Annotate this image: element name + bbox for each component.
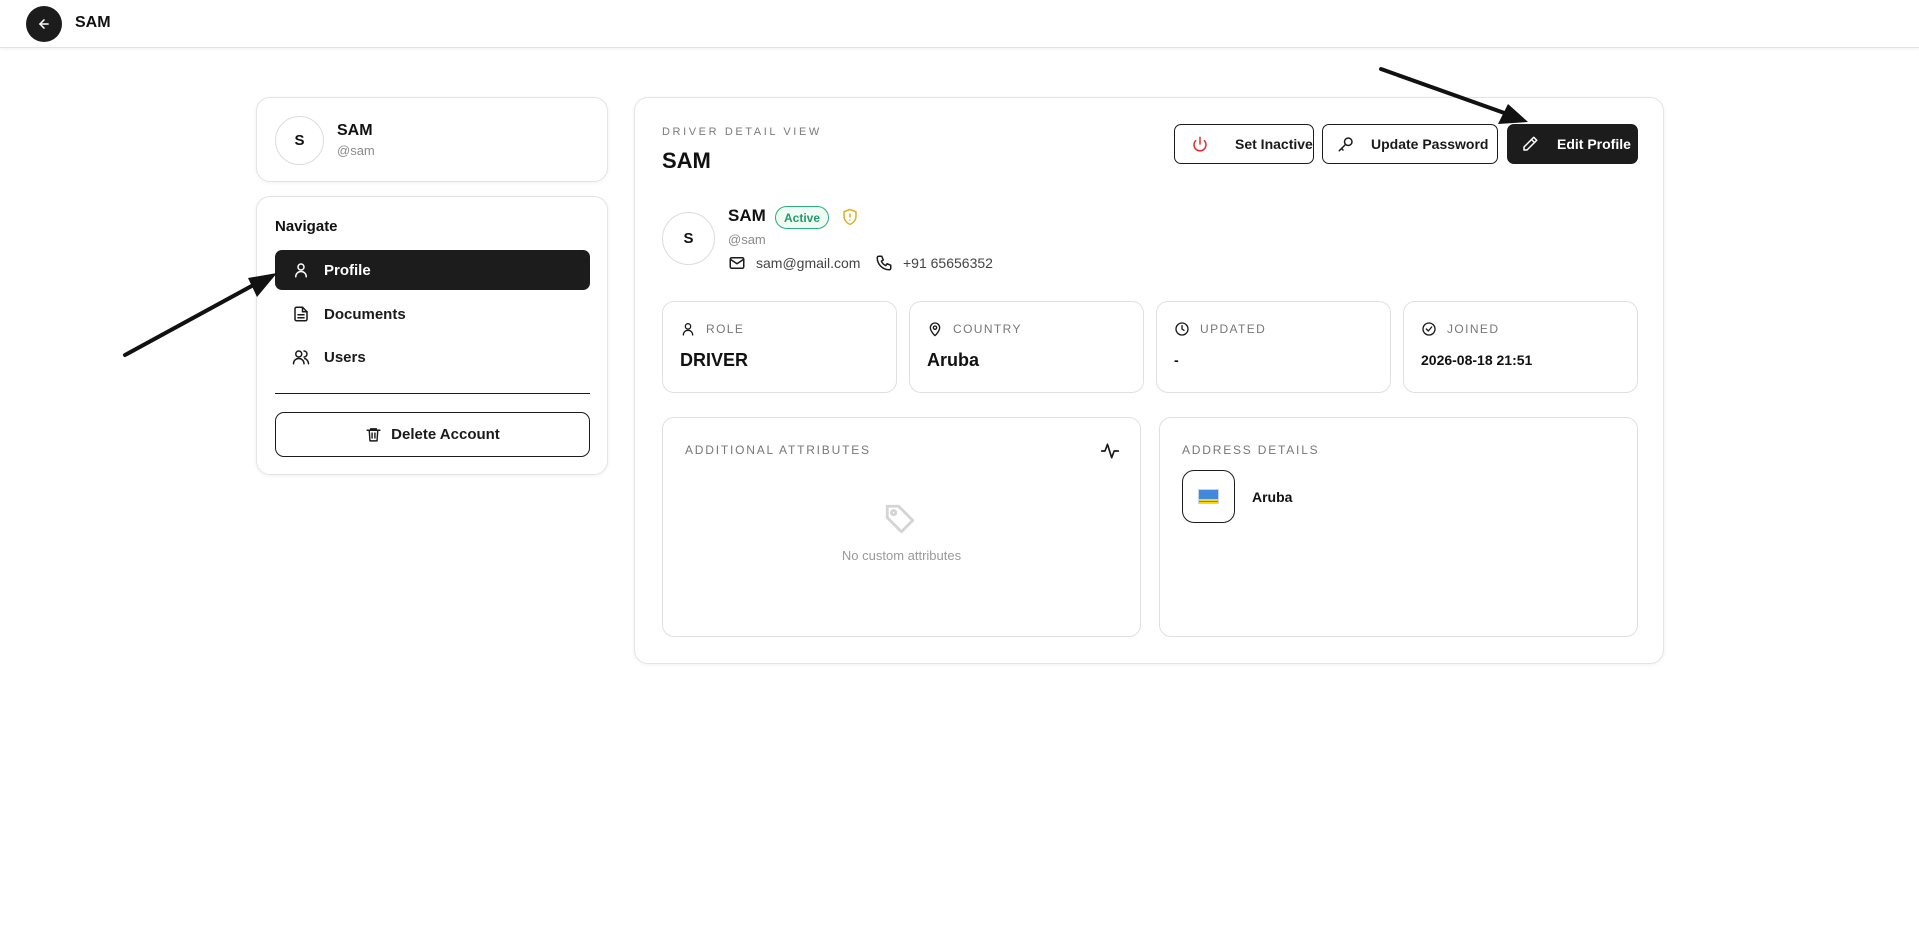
address-country: Aruba [1252,489,1293,505]
tag-icon [885,504,915,534]
address-details-panel: ADDRESS DETAILS Aruba [1159,417,1638,637]
topbar-title: SAM [75,14,111,31]
profile-name: SAM [728,206,766,225]
stat-value: DRIVER [680,350,749,370]
user-summary-card: S SAM @sam [256,97,608,182]
users-icon [292,350,310,365]
navigation-card: Navigate Profile Documents Users Delete … [256,196,608,475]
set-inactive-button[interactable]: Set Inactive [1174,124,1314,164]
power-icon [1193,136,1207,152]
user-name: SAM [337,122,373,139]
empty-attributes-text: No custom attributes [841,548,962,563]
profile-avatar: S [662,212,715,265]
page-title: SAM [662,148,711,173]
delete-account-label: Delete Account [391,426,500,443]
profile-handle: @sam [728,232,766,247]
stat-label: UPDATED [1174,321,1266,337]
driver-detail-card: DRIVER DETAIL VIEW SAM Set Inactive Upda… [634,97,1664,664]
user-handle: @sam [337,143,375,158]
edit-profile-label: Edit Profile [1557,136,1631,152]
key-icon [1338,137,1353,152]
update-password-label: Update Password [1371,136,1489,152]
nav-item-label: Profile [324,261,371,279]
stat-label: COUNTRY [927,321,1022,337]
additional-attributes-panel: ADDITIONAL ATTRIBUTES No custom attribut… [662,417,1141,637]
page-eyebrow: DRIVER DETAIL VIEW [662,126,822,138]
panel-label: ADDITIONAL ATTRIBUTES [685,443,871,457]
stat-value: - [1174,352,1179,368]
status-badge: Active [775,206,830,229]
stat-label: JOINED [1421,321,1499,337]
profile-email: sam@gmail.com [728,254,860,272]
stat-label-text: COUNTRY [953,322,1022,336]
trash-icon [366,428,381,442]
nav-item-label: Users [324,348,366,366]
stat-card-updated: UPDATED - [1156,301,1391,393]
clock-icon [1175,322,1189,336]
delete-account-button[interactable]: Delete Account [275,412,590,457]
stat-card-country: COUNTRY Aruba [909,301,1144,393]
stat-card-joined: JOINED 2026-08-18 21:51 [1403,301,1638,393]
user-icon [682,323,694,336]
back-button[interactable] [26,6,62,42]
pencil-icon [1523,136,1538,151]
stat-label-text: ROLE [706,322,745,336]
top-bar: SAM [0,0,1919,48]
nav-item-profile[interactable]: Profile [275,250,590,290]
mail-icon [729,257,745,269]
map-pin-icon [929,322,941,337]
arrow-left-icon [39,19,49,29]
flag-container [1182,470,1235,523]
file-icon [294,306,308,322]
nav-item-documents[interactable]: Documents [275,294,590,334]
set-inactive-label: Set Inactive [1235,136,1313,152]
stat-card-role: ROLE DRIVER [662,301,897,393]
panel-label: ADDRESS DETAILS [1182,443,1320,457]
user-icon [295,263,307,278]
avatar: S [275,116,324,165]
nav-divider [275,393,590,394]
update-password-button[interactable]: Update Password [1322,124,1498,164]
stat-label-text: JOINED [1447,322,1500,336]
nav-item-label: Documents [324,305,406,323]
nav-heading: Navigate [275,218,338,235]
stat-label-text: UPDATED [1200,322,1267,336]
email-value: sam@gmail.com [756,255,861,271]
stat-value: Aruba [927,350,980,370]
phone-icon [876,255,892,271]
check-circle-icon [1422,322,1436,336]
activity-icon [1100,443,1120,459]
aruba-flag-icon [1198,489,1219,504]
stat-label: ROLE [680,321,744,337]
shield-alert-icon [843,208,857,226]
phone-value: +91 65656352 [903,255,993,271]
edit-profile-button[interactable]: Edit Profile [1507,124,1638,164]
stat-value: 2026-08-18 21:51 [1421,352,1533,368]
nav-item-users[interactable]: Users [275,337,590,377]
profile-phone: +91 65656352 [875,254,993,272]
